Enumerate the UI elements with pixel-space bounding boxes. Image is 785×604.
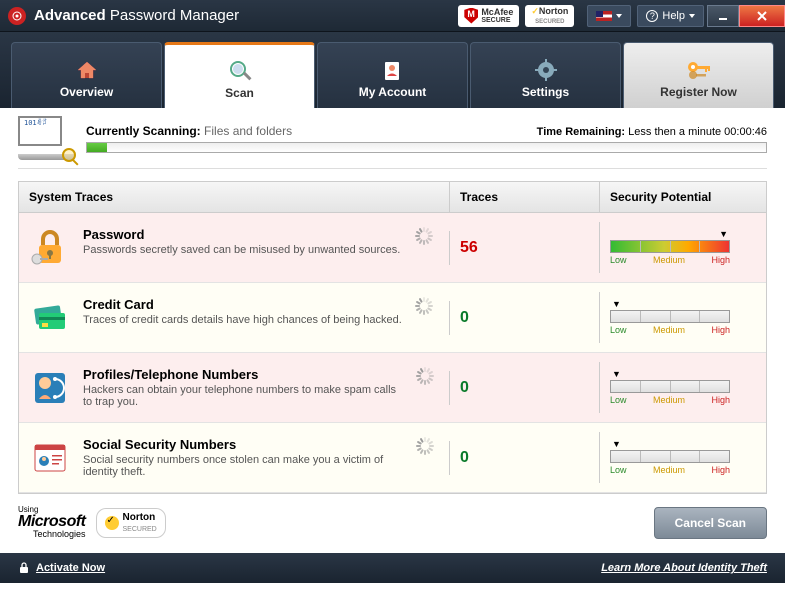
key-icon bbox=[685, 57, 713, 83]
loading-spinner-icon bbox=[415, 297, 433, 315]
lock-icon bbox=[18, 562, 30, 574]
tab-bar: Overview Scan My Account Settings Regist… bbox=[0, 32, 785, 108]
chevron-down-icon bbox=[616, 14, 622, 18]
microsoft-badge: Using Microsoft Technologies bbox=[18, 506, 86, 539]
trace-count: 0 bbox=[460, 449, 469, 466]
tab-settings[interactable]: Settings bbox=[470, 42, 621, 108]
activate-now-link[interactable]: Activate Now bbox=[36, 562, 105, 574]
table-row: Profiles/Telephone Numbers Hackers can ob… bbox=[19, 353, 766, 423]
table-row: Social Security Numbers Social security n… bbox=[19, 423, 766, 493]
close-icon bbox=[757, 11, 767, 21]
row-title: Password bbox=[83, 227, 400, 242]
help-icon: ? bbox=[646, 10, 658, 22]
row-description: Social security numbers once stolen can … bbox=[83, 454, 404, 478]
results-table: System Traces Traces Security Potential … bbox=[18, 181, 767, 494]
chevron-down-icon bbox=[689, 14, 695, 18]
language-flag-button[interactable] bbox=[587, 5, 631, 27]
tab-scan[interactable]: Scan bbox=[164, 42, 315, 108]
loading-spinner-icon bbox=[416, 367, 433, 385]
table-header: System Traces Traces Security Potential bbox=[19, 182, 766, 213]
security-meter: ▼LowMediumHigh bbox=[610, 370, 730, 405]
loading-spinner-icon bbox=[416, 437, 433, 455]
trace-count: 0 bbox=[460, 379, 469, 396]
mcafee-badge: McAfeeSECURE bbox=[458, 5, 519, 27]
row-description: Hackers can obtain your telephone number… bbox=[83, 384, 404, 408]
cancel-scan-button[interactable]: Cancel Scan bbox=[654, 507, 767, 539]
scan-status: Currently Scanning: Files and folders Ti… bbox=[0, 108, 785, 168]
app-title: Advanced Password Manager bbox=[34, 7, 458, 24]
minimize-button[interactable] bbox=[707, 5, 739, 27]
tab-register-now[interactable]: Register Now bbox=[623, 42, 774, 108]
checkmark-icon bbox=[105, 516, 119, 530]
norton-badge: ✓Norton SECURED bbox=[525, 5, 574, 27]
phone-icon bbox=[29, 367, 71, 409]
minimize-icon bbox=[718, 11, 728, 21]
learn-more-link[interactable]: Learn More About Identity Theft bbox=[601, 562, 767, 574]
table-row: Credit Card Traces of credit cards detail… bbox=[19, 283, 766, 353]
security-meter: ▼LowMediumHigh bbox=[610, 300, 730, 335]
us-flag-icon bbox=[596, 11, 612, 21]
row-description: Traces of credit cards details have high… bbox=[83, 314, 402, 326]
currently-scanning-label: Currently Scanning: Files and folders bbox=[86, 124, 292, 138]
magnifier-icon bbox=[228, 58, 252, 84]
row-title: Social Security Numbers bbox=[83, 437, 404, 452]
profile-icon bbox=[29, 437, 71, 479]
lock-icon bbox=[29, 227, 71, 269]
trace-count: 56 bbox=[460, 239, 478, 256]
row-title: Profiles/Telephone Numbers bbox=[83, 367, 404, 382]
help-button[interactable]: ? Help bbox=[637, 5, 704, 27]
security-meter: ▼LowMediumHigh bbox=[610, 440, 730, 475]
table-row: Password Passwords secretly saved can be … bbox=[19, 213, 766, 283]
trace-count: 0 bbox=[460, 309, 469, 326]
cards-icon bbox=[29, 297, 71, 339]
row-description: Passwords secretly saved can be misused … bbox=[83, 244, 400, 256]
scan-progress-bar bbox=[86, 142, 767, 153]
tab-my-account[interactable]: My Account bbox=[317, 42, 468, 108]
home-icon bbox=[75, 57, 99, 83]
titlebar: Advanced Password Manager McAfeeSECURE ✓… bbox=[0, 0, 785, 32]
close-button[interactable] bbox=[739, 5, 785, 27]
laptop-scan-icon bbox=[18, 116, 74, 160]
footer: Using Microsoft Technologies NortonSECUR… bbox=[0, 494, 785, 553]
security-meter: ▼LowMediumHigh bbox=[610, 230, 730, 265]
tab-overview[interactable]: Overview bbox=[11, 42, 162, 108]
app-logo-icon bbox=[8, 7, 26, 25]
norton-secured-badge: NortonSECURED bbox=[96, 508, 166, 538]
bottom-bar: Activate Now Learn More About Identity T… bbox=[0, 553, 785, 583]
time-remaining-label: Time Remaining: Less then a minute 00:00… bbox=[537, 126, 767, 138]
loading-spinner-icon bbox=[415, 227, 433, 245]
row-title: Credit Card bbox=[83, 297, 402, 312]
person-icon bbox=[381, 57, 405, 83]
gear-icon bbox=[534, 57, 558, 83]
shield-icon bbox=[464, 8, 478, 24]
